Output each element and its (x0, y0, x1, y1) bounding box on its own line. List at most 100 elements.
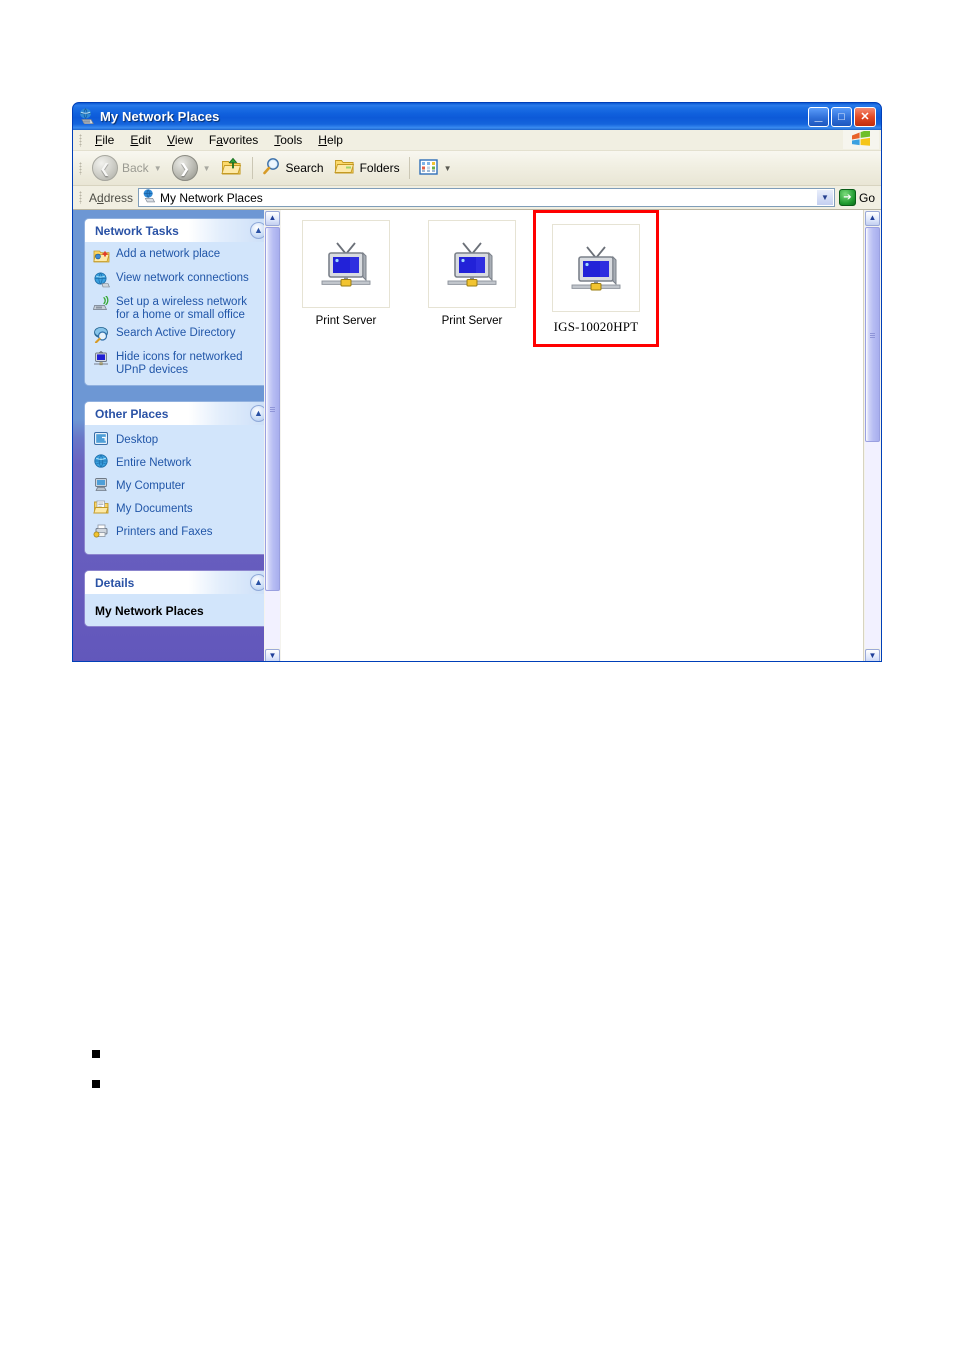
content-pane: Print Server Print Server IGS-10020HPT ▲… (281, 210, 881, 661)
list-item-highlighted[interactable]: IGS-10020HPT (533, 210, 659, 347)
scroll-down-arrow-icon[interactable]: ▼ (265, 649, 280, 661)
sidebar-item-printers-and-faxes[interactable]: Printers and Faxes (93, 523, 265, 541)
panel-body-network-tasks: Add a network place View network connect… (85, 242, 273, 385)
address-grip-handle[interactable] (79, 191, 82, 204)
up-button[interactable] (216, 155, 248, 181)
menu-grip-handle[interactable] (79, 133, 82, 147)
device-label: IGS-10020HPT (553, 319, 639, 334)
list-item[interactable]: Print Server (417, 220, 527, 327)
sidebar-item-label: View network connections (116, 272, 249, 284)
window-title-bar[interactable]: My Network Places _ □ ✕ (73, 103, 881, 130)
search-button-label: Search (285, 161, 324, 175)
go-button-label: Go (858, 190, 875, 205)
panel-details: Details ▲ My Network Places (85, 571, 273, 626)
explorer-window: My Network Places _ □ ✕ File Edit View F… (72, 102, 882, 662)
upnp-network-device-icon (447, 242, 497, 287)
sidebar-item-search-active-directory[interactable]: Search Active Directory (93, 327, 265, 346)
toolbar-separator-2 (408, 157, 410, 179)
sidebar-item-my-documents[interactable]: My Documents (93, 500, 265, 518)
views-button[interactable]: ▼ (414, 155, 457, 181)
content-scroll-track[interactable] (865, 227, 880, 648)
close-button[interactable]: ✕ (854, 106, 876, 127)
panel-header-other-places[interactable]: Other Places ▲ (85, 402, 273, 425)
sidebar-scrollbar[interactable]: ▲ ▼ (264, 210, 281, 661)
folders-button[interactable]: Folders (329, 155, 405, 181)
network-places-icon (78, 108, 95, 125)
search-button[interactable]: Search (257, 155, 329, 181)
menu-item-help[interactable]: Help (310, 131, 351, 149)
device-label: Print Server (315, 315, 377, 327)
up-folder-icon (220, 157, 243, 180)
device-icon-area[interactable]: Print Server Print Server IGS-10020HPT (281, 210, 863, 661)
sidebar-item-hide-upnp-icons[interactable]: Hide icons for networked UPnP devices (93, 351, 265, 377)
magnifier-icon (262, 157, 282, 179)
scroll-down-arrow-icon[interactable]: ▼ (865, 649, 880, 661)
desktop-icon (93, 431, 109, 449)
sidebar-item-label: My Computer (116, 480, 186, 492)
address-input[interactable]: My Network Places ▼ (138, 188, 835, 207)
sidebar-item-desktop[interactable]: Desktop (93, 431, 265, 449)
back-arrow-icon: ❮ (92, 155, 118, 181)
menu-item-favorites[interactable]: Favorites (201, 131, 266, 149)
wireless-network-icon (93, 295, 110, 315)
sidebar-item-label: My Documents (116, 503, 193, 515)
folders-button-label: Folders (359, 161, 400, 175)
chevron-down-icon[interactable]: ▼ (816, 190, 833, 205)
sidebar-item-label: Printers and Faxes (116, 526, 213, 538)
content-scroll-thumb[interactable] (865, 227, 880, 442)
entire-network-icon (93, 454, 109, 472)
window-title: My Network Places (100, 109, 220, 124)
views-dropdown-chevron-down-icon[interactable]: ▼ (444, 164, 452, 173)
forward-button[interactable]: ❯ ▼ (167, 155, 216, 181)
device-label: Print Server (441, 315, 503, 327)
sidebar-item-label: Add a network place (116, 248, 221, 260)
sidebar-item-label: Entire Network (116, 457, 192, 469)
menu-item-view[interactable]: View (159, 131, 201, 149)
panel-title: Details (95, 575, 135, 590)
upnp-network-device-icon (321, 242, 371, 287)
sidebar-item-label: Hide icons for networked UPnP devices (116, 351, 243, 376)
forward-dropdown-chevron-down-icon[interactable]: ▼ (203, 164, 211, 173)
add-network-place-icon (93, 248, 110, 267)
panel-header-network-tasks[interactable]: Network Tasks ▲ (85, 219, 273, 242)
maximize-icon: □ (838, 110, 845, 123)
sidebar-item-label: Set up a wireless network for a home or … (116, 296, 248, 321)
scroll-up-arrow-icon[interactable]: ▲ (865, 211, 880, 226)
minimize-button[interactable]: _ (808, 106, 829, 127)
scroll-up-arrow-icon[interactable]: ▲ (265, 211, 280, 226)
green-go-arrow-icon: ➔ (838, 189, 856, 206)
toolbar: ❮ Back ▼ ❯ ▼ Search Folders ▼ (73, 151, 881, 186)
sidebar-scroll-track[interactable] (265, 227, 280, 648)
panel-body-details: My Network Places (85, 594, 273, 626)
sidebar-item-entire-network[interactable]: Entire Network (93, 454, 265, 472)
menu-item-edit[interactable]: Edit (122, 131, 159, 149)
address-label: Address (89, 190, 134, 205)
content-scrollbar[interactable]: ▲ ▼ (863, 210, 881, 661)
sidebar-item-my-computer[interactable]: My Computer (93, 477, 265, 495)
minimize-icon: _ (814, 106, 823, 123)
back-dropdown-chevron-down-icon[interactable]: ▼ (154, 164, 162, 173)
explorer-body: Network Tasks ▲ Add a network place View… (73, 210, 881, 661)
toolbar-grip-handle[interactable] (79, 161, 82, 175)
details-heading: My Network Places (95, 604, 204, 618)
menu-item-file[interactable]: File (87, 131, 122, 149)
panel-header-details[interactable]: Details ▲ (85, 571, 273, 594)
device-thumbnail (302, 220, 390, 308)
list-item[interactable]: Print Server (291, 220, 401, 327)
sidebar-item-view-network-connections[interactable]: View network connections (93, 272, 265, 291)
network-globe-icon (93, 272, 110, 291)
toolbar-separator-1 (251, 157, 253, 179)
back-button[interactable]: ❮ Back ▼ (87, 155, 167, 181)
task-pane-sidebar: Network Tasks ▲ Add a network place View… (73, 210, 281, 661)
sidebar-scroll-thumb[interactable] (265, 227, 280, 591)
menu-item-tools[interactable]: Tools (266, 131, 310, 149)
maximize-button[interactable]: □ (831, 106, 852, 127)
windows-flag-icon (843, 130, 879, 149)
sidebar-item-add-network-place[interactable]: Add a network place (93, 248, 265, 267)
address-bar: Address My Network Places ▼ ➔ Go (73, 186, 881, 210)
sidebar-item-setup-wireless-network[interactable]: Set up a wireless network for a home or … (93, 295, 265, 322)
go-button[interactable]: ➔ Go (835, 189, 881, 206)
search-directory-icon (93, 327, 110, 346)
menu-bar: File Edit View Favorites Tools Help (73, 130, 881, 151)
list-item-bullet (92, 1050, 100, 1058)
